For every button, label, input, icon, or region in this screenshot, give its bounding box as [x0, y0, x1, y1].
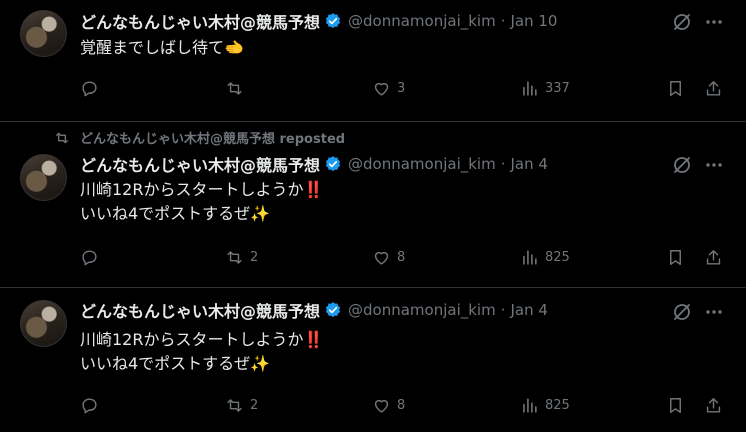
views-count: 825 — [545, 250, 570, 265]
post-date[interactable]: Jan 4 — [511, 155, 548, 173]
grok-icon[interactable] — [672, 12, 692, 32]
author-name[interactable]: どんなもんじゃい木村@競馬予想 — [80, 298, 320, 322]
share-icon — [706, 81, 721, 96]
post-header: どんなもんじゃい木村@競馬予想 @donnamonjai_kim · Jan 4 — [80, 298, 548, 322]
avatar[interactable] — [20, 154, 67, 201]
reply-button[interactable] — [80, 396, 105, 415]
repost-icon — [227, 251, 242, 264]
post-text: 覚醒までしばし待て🫲 — [80, 38, 244, 57]
grok-icon[interactable] — [672, 155, 692, 175]
reply-icon — [82, 81, 97, 97]
avatar[interactable] — [20, 10, 67, 57]
views-icon — [523, 250, 537, 265]
grok-icon[interactable] — [672, 302, 692, 322]
repost-icon — [227, 399, 242, 412]
bookmark-icon — [670, 250, 681, 265]
views-button[interactable]: 337 — [520, 79, 570, 98]
views-count: 337 — [545, 81, 570, 96]
like-count: 3 — [397, 81, 406, 96]
like-count: 8 — [397, 398, 406, 413]
post-header: どんなもんじゃい木村@競馬予想 @donnamonjai_kim · Jan 1… — [80, 9, 557, 33]
repost-button[interactable]: 2 — [225, 396, 258, 415]
reply-button[interactable] — [80, 248, 105, 267]
like-icon — [374, 251, 389, 265]
bookmark-icon — [670, 81, 681, 96]
reply-icon — [82, 398, 97, 414]
like-button[interactable]: 8 — [372, 248, 405, 267]
more-icon[interactable] — [704, 12, 724, 32]
action-bar: 2 8 825 — [80, 396, 726, 416]
post-header: どんなもんじゃい木村@競馬予想 @donnamonjai_kim · Jan 4 — [80, 152, 548, 176]
repost-context: どんなもんじゃい木村@競馬予想 reposted — [54, 128, 345, 147]
bookmark-button[interactable] — [666, 396, 685, 415]
bookmark-icon — [670, 398, 681, 413]
bookmark-button[interactable] — [666, 79, 685, 98]
author-name[interactable]: どんなもんじゃい木村@競馬予想 — [80, 152, 320, 176]
bookmark-button[interactable] — [666, 248, 685, 267]
share-icon — [706, 250, 721, 265]
verified-badge-icon — [324, 12, 342, 30]
author-handle[interactable]: @donnamonjai_kim — [348, 12, 496, 30]
separator-dot: · — [500, 12, 506, 30]
author-handle[interactable]: @donnamonjai_kim — [348, 301, 496, 319]
post-date[interactable]: Jan 4 — [511, 301, 548, 319]
views-icon — [523, 398, 537, 413]
like-button[interactable]: 3 — [372, 79, 405, 98]
repost-button[interactable]: 2 — [225, 248, 258, 267]
action-bar: 2 8 825 — [80, 248, 726, 268]
like-button[interactable]: 8 — [372, 396, 405, 415]
post[interactable]: どんなもんじゃい木村@競馬予想 @donnamonjai_kim · Jan 4… — [0, 288, 746, 432]
like-icon — [374, 399, 389, 413]
post-text: 川崎12Rからスタートしようか‼️ いいね4でポストするぜ✨ — [80, 330, 324, 373]
separator-dot: · — [500, 301, 506, 319]
share-icon — [706, 398, 721, 413]
repost-count: 2 — [250, 250, 259, 265]
views-button[interactable]: 825 — [520, 396, 570, 415]
share-button[interactable] — [704, 396, 723, 415]
author-handle[interactable]: @donnamonjai_kim — [348, 155, 496, 173]
reply-button[interactable] — [80, 79, 105, 98]
views-count: 825 — [545, 398, 570, 413]
like-count: 8 — [397, 250, 406, 265]
verified-badge-icon — [324, 301, 342, 319]
repost-button[interactable] — [225, 79, 250, 98]
views-icon — [523, 81, 537, 96]
more-icon[interactable] — [704, 302, 724, 322]
repost-icon — [56, 132, 68, 143]
like-icon — [374, 82, 389, 96]
share-button[interactable] — [704, 79, 723, 98]
avatar[interactable] — [20, 300, 67, 347]
share-button[interactable] — [704, 248, 723, 267]
separator-dot: · — [500, 155, 506, 173]
reply-icon — [82, 250, 97, 266]
post-date[interactable]: Jan 10 — [511, 12, 558, 30]
post[interactable]: どんなもんじゃい木村@競馬予想 @donnamonjai_kim · Jan 1… — [0, 0, 746, 122]
post[interactable]: どんなもんじゃい木村@競馬予想 reposted どんなもんじゃい木村@競馬予想… — [0, 122, 746, 288]
post-text: 川崎12Rからスタートしようか‼️ いいね4でポストするぜ✨ — [80, 180, 324, 223]
repost-icon — [227, 82, 242, 95]
repost-context-label[interactable]: どんなもんじゃい木村@競馬予想 reposted — [80, 128, 345, 147]
more-icon[interactable] — [704, 155, 724, 175]
views-button[interactable]: 825 — [520, 248, 570, 267]
author-name[interactable]: どんなもんじゃい木村@競馬予想 — [80, 9, 320, 33]
verified-badge-icon — [324, 155, 342, 173]
action-bar: 3 337 — [80, 79, 726, 99]
repost-count: 2 — [250, 398, 259, 413]
